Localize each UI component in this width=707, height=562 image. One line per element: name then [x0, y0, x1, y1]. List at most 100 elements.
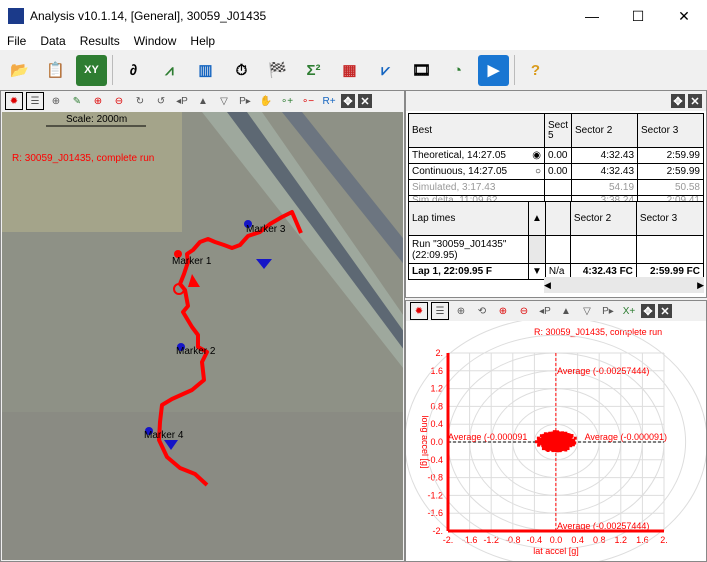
best-header: Best [408, 113, 545, 148]
data-point [568, 437, 572, 441]
horizontal-scrollbar[interactable]: ◀ ▶ [544, 277, 704, 293]
average-y-label-right: Average (-0.000091) [585, 432, 667, 442]
farmland-area [2, 112, 182, 232]
video-icon[interactable]: 🎞 [406, 55, 437, 86]
marker-down-icon[interactable]: ▽ [578, 302, 596, 320]
zoom-area-icon[interactable]: ⊕ [452, 302, 470, 320]
main-toolbar: 📂 📋 XY ∂ ⩘ ▥ ⏱ 🏁 Σ² ▦ ⩗ 🎞 ◔ ▶ ? [0, 50, 707, 90]
radio-selected[interactable]: ◉ [532, 150, 541, 161]
radio-unselected[interactable]: ○ [535, 166, 541, 177]
cell [543, 179, 573, 196]
marker-4-label: Marker 4 [144, 430, 184, 441]
help-icon[interactable]: ? [520, 55, 551, 86]
menu-window[interactable]: Window [127, 34, 184, 48]
x-tick-label: 0.0 [550, 535, 563, 545]
cell: 2:59.99 [637, 163, 704, 180]
data-point [549, 442, 553, 446]
data-point [555, 433, 559, 437]
x-tick-label: -0.4 [527, 535, 543, 545]
menu-file[interactable]: File [0, 34, 33, 48]
bar-chart-icon[interactable]: ▥ [190, 55, 221, 86]
calculator-icon[interactable]: ▦ [334, 55, 365, 86]
open-icon[interactable]: 📂 [4, 55, 35, 86]
marker-down-icon[interactable]: ▽ [215, 92, 233, 110]
add-node-icon[interactable]: ∘+ [278, 92, 296, 110]
move-panel-icon[interactable]: ✥ [641, 304, 655, 318]
marker-up-icon[interactable]: ▲ [557, 302, 575, 320]
menu-help[interactable]: Help [183, 34, 222, 48]
close-panel-icon[interactable]: ✕ [688, 94, 702, 108]
satellite-map[interactable]: Scale: 2000m R: 30059_J01435, complete r… [2, 112, 403, 560]
settings-gear-icon[interactable]: ✹ [5, 92, 23, 110]
checklist-icon[interactable]: ☰ [26, 92, 44, 110]
remove-node-icon[interactable]: ∘− [299, 92, 317, 110]
scrollbar-track[interactable] [528, 235, 546, 264]
y-tick-label: -1.2 [427, 490, 443, 500]
data-point [571, 443, 575, 447]
clipboard-icon[interactable]: 📋 [40, 55, 71, 86]
window-title: Analysis v10.1.14, [General], 30059_J014… [30, 9, 267, 23]
table-row: Simulated, 3:17.43 54.19 50.58 [408, 179, 704, 196]
checklist-icon[interactable]: ☰ [431, 302, 449, 320]
data-point [564, 438, 568, 442]
scroll-up-button[interactable]: ▲ [528, 201, 546, 236]
sector3-header: Sector 3 [635, 201, 705, 236]
scroll-down-button[interactable]: ▼ [528, 263, 546, 280]
checkered-flag-icon[interactable]: 🏁 [262, 55, 293, 86]
menu-data[interactable]: Data [33, 34, 72, 48]
close-panel-icon[interactable]: ✕ [658, 304, 672, 318]
chart-svg[interactable]: R: 30059_J01435, complete run-2.2.-1.61.… [406, 321, 706, 561]
track-analysis-icon[interactable]: ⩗ [370, 55, 401, 86]
best-header-row: Best Sect 5 Sector 2 Sector 3 [408, 113, 704, 148]
y-axis-label: long accel [g] [420, 415, 430, 468]
close-button[interactable]: ✕ [661, 0, 707, 32]
zoom-out-icon[interactable]: ⊖ [110, 92, 128, 110]
minimize-button[interactable]: — [569, 0, 615, 32]
marker-up-icon[interactable]: ▲ [194, 92, 212, 110]
excel-icon[interactable]: XY [76, 54, 107, 86]
data-point [542, 441, 546, 445]
rotate-ccw-icon[interactable]: ↺ [152, 92, 170, 110]
direction-arrow [188, 274, 200, 287]
add-reference-icon[interactable]: R+ [320, 92, 338, 110]
prev-marker-icon[interactable]: ◂P [536, 302, 554, 320]
next-marker-icon[interactable]: P▸ [236, 92, 254, 110]
data-point [551, 432, 555, 436]
chart-icon[interactable]: ⩘ [154, 55, 185, 86]
zoom-area-icon[interactable]: ⊕ [47, 92, 65, 110]
sigma-icon[interactable]: Σ² [298, 55, 329, 86]
play-icon[interactable]: ▶ [478, 54, 509, 86]
next-marker-icon[interactable]: P▸ [599, 302, 617, 320]
menu-results[interactable]: Results [73, 34, 127, 48]
data-point [544, 438, 548, 442]
maximize-button[interactable]: ☐ [615, 0, 661, 32]
zoom-out-icon[interactable]: ⊖ [515, 302, 533, 320]
gauge-icon[interactable]: ◔ [442, 55, 473, 86]
sector2-header: Sector 2 [569, 201, 637, 236]
prev-marker-icon[interactable]: ◂P [173, 92, 191, 110]
run-label: R: 30059_J01435, complete run [12, 153, 155, 164]
zoom-in-icon[interactable]: ⊕ [89, 92, 107, 110]
cell: 4:32.43 [571, 147, 639, 164]
data-point [561, 438, 565, 442]
close-panel-icon[interactable]: ✕ [358, 94, 372, 108]
move-panel-icon[interactable]: ✥ [671, 94, 685, 108]
stopwatch-icon[interactable]: ⏱ [226, 55, 257, 86]
reset-zoom-icon[interactable]: ⟲ [473, 302, 491, 320]
data-point [564, 446, 568, 450]
y-tick-label: 0.4 [430, 419, 443, 429]
add-x-icon[interactable]: X+ [620, 302, 638, 320]
data-point [552, 440, 556, 444]
table-row[interactable]: Theoretical, 14:27.05 ◉ 0.00 4:32.43 2:59.99 [408, 147, 704, 164]
zoom-in-icon[interactable]: ⊕ [494, 302, 512, 320]
table-row[interactable]: Continuous, 14:27.05 ○ 0.00 4:32.43 2:59.99 [408, 163, 704, 180]
move-panel-icon[interactable]: ✥ [341, 94, 355, 108]
track-icon[interactable]: ∂ [118, 55, 149, 86]
app-icon [8, 8, 24, 24]
edit-icon[interactable]: ✎ [68, 92, 86, 110]
scroll-left-icon[interactable]: ◀ [544, 280, 551, 291]
rotate-cw-icon[interactable]: ↻ [131, 92, 149, 110]
settings-gear-icon[interactable]: ✹ [410, 302, 428, 320]
scroll-right-icon[interactable]: ▶ [697, 280, 704, 291]
pan-hand-icon[interactable]: ✋ [257, 92, 275, 110]
